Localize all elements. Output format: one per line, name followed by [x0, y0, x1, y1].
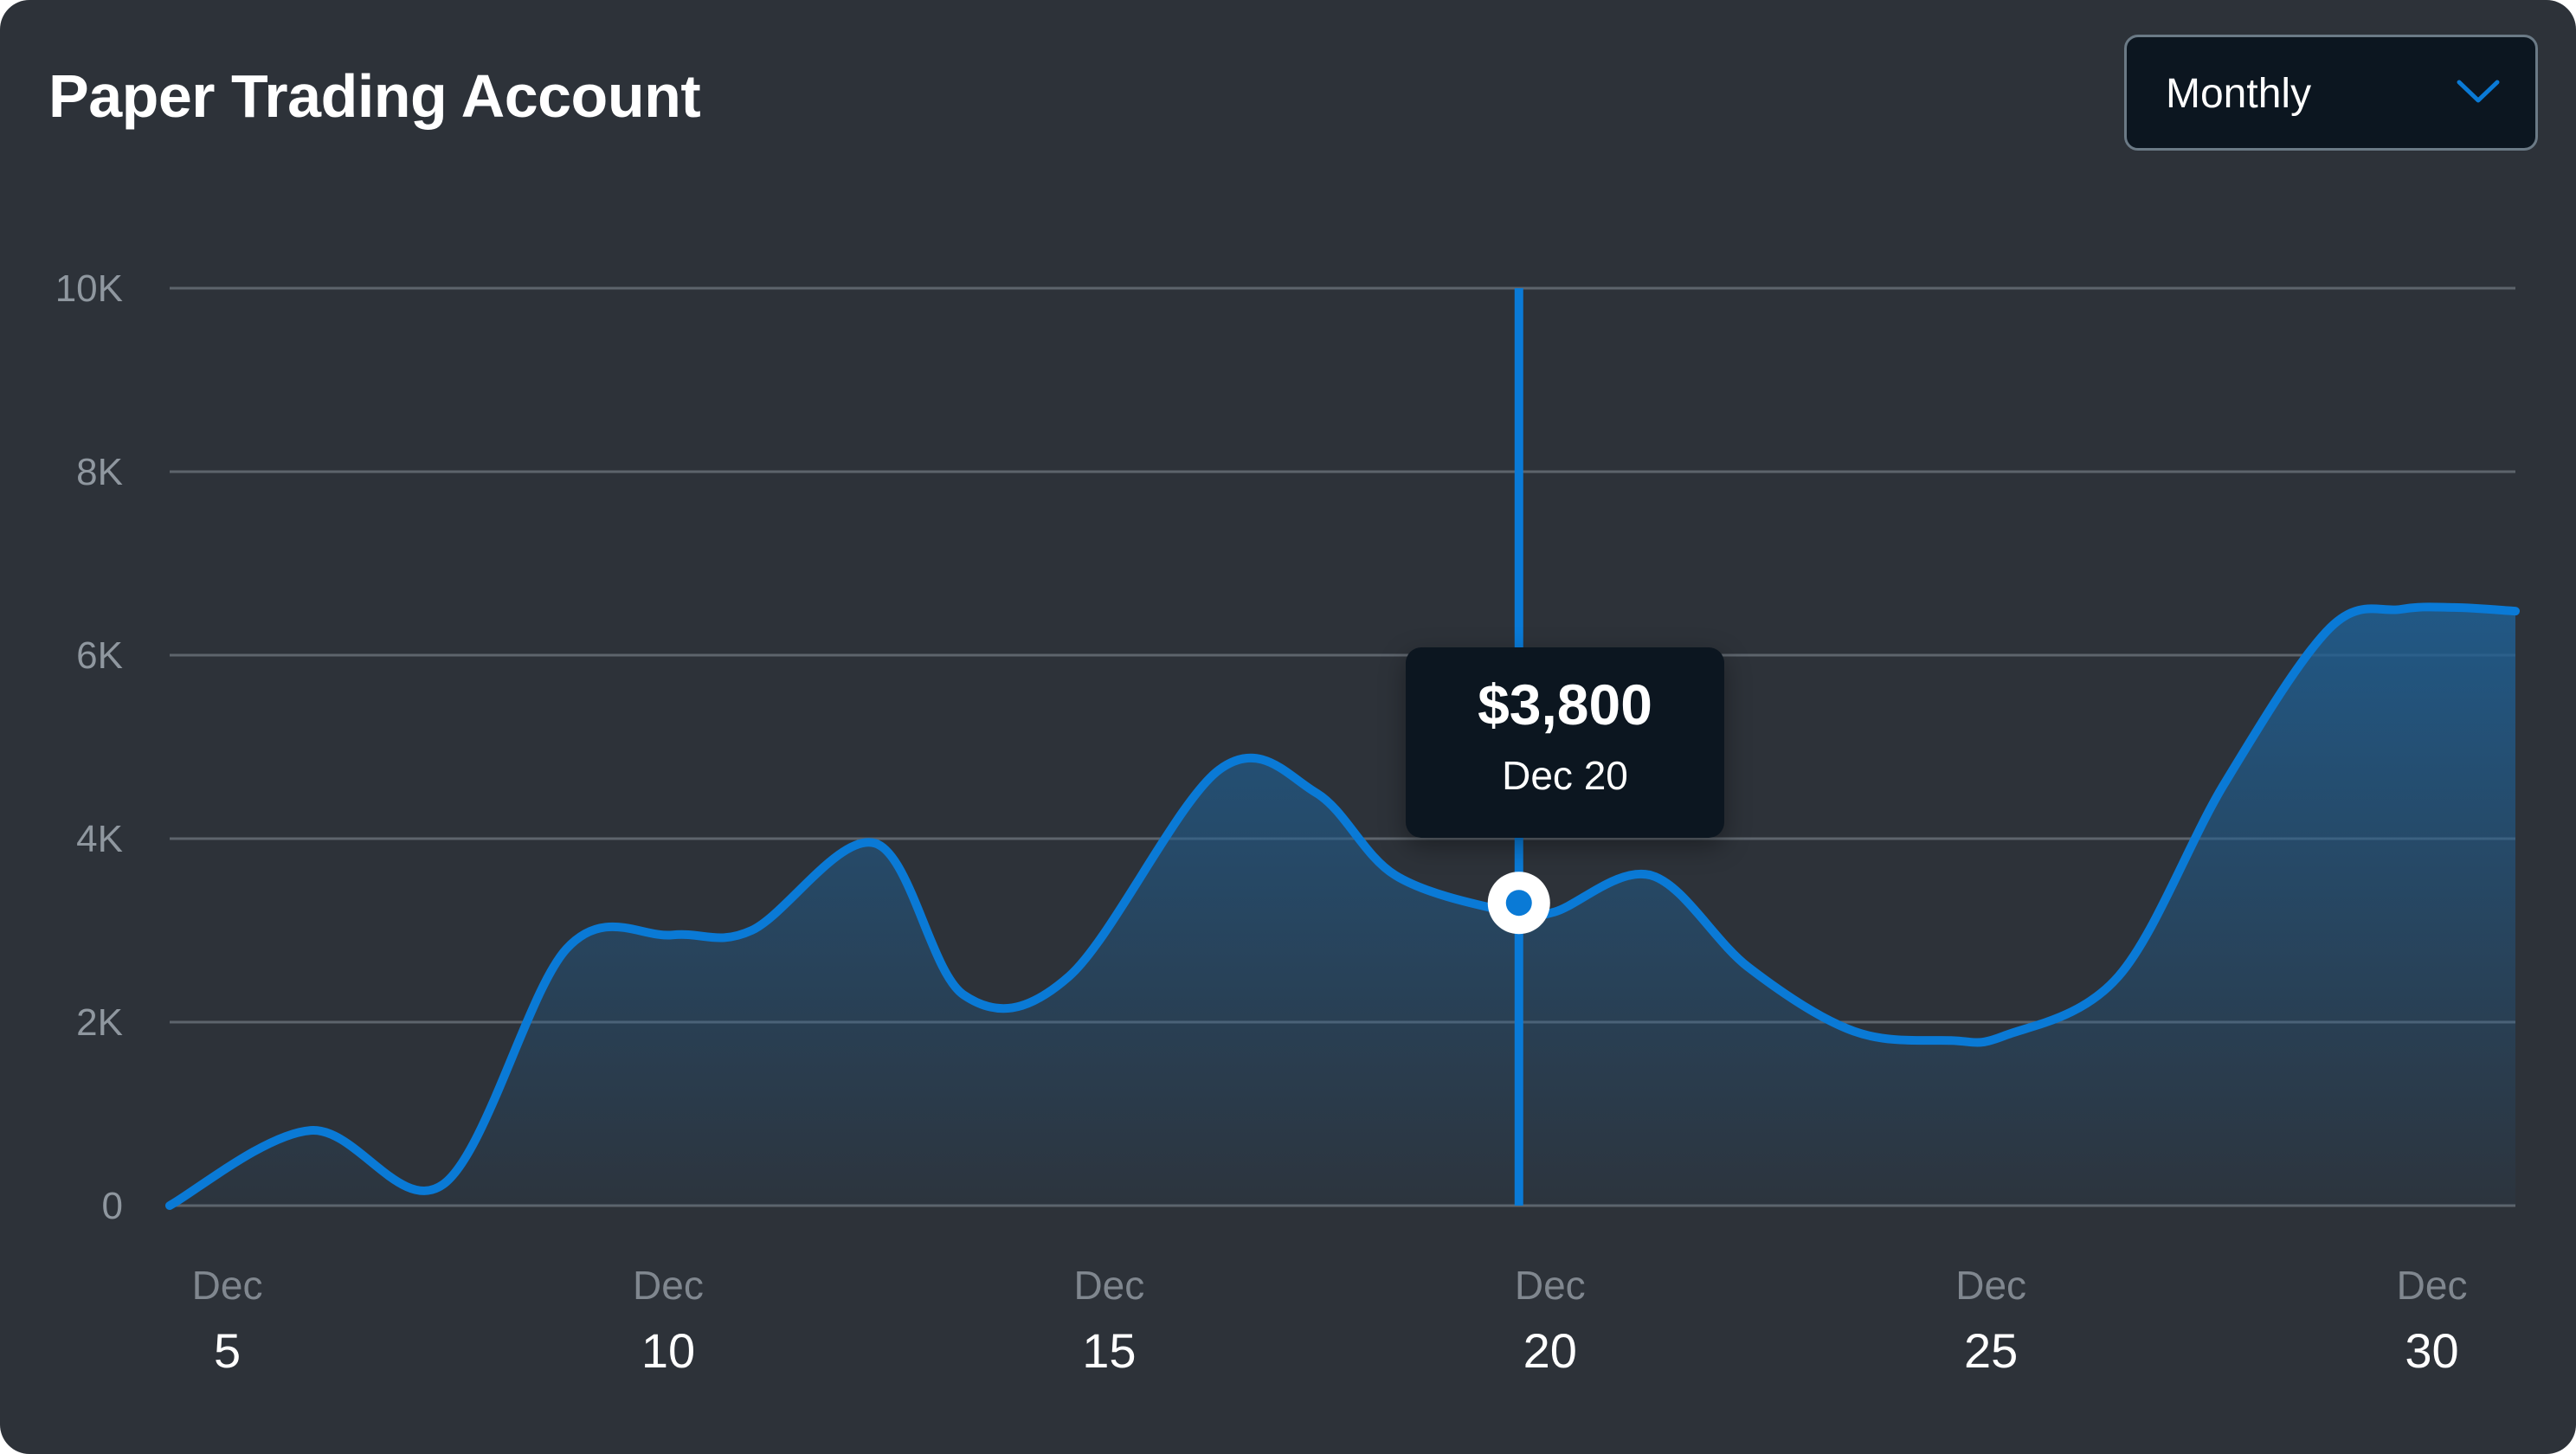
y-tick-label: 10K: [55, 267, 123, 310]
x-tick-day: 30: [2405, 1323, 2458, 1378]
y-tick-label: 0: [102, 1185, 123, 1227]
y-tick-label: 6K: [76, 634, 123, 677]
tooltip-date: Dec 20: [1502, 753, 1628, 798]
x-tick-month: Dec: [2397, 1263, 2468, 1308]
x-tick-month: Dec: [633, 1263, 704, 1308]
series-layer: [165, 602, 2520, 1210]
area-chart: 02K4K6K8K10K Dec5Dec10Dec15Dec20Dec25Dec…: [55, 267, 2520, 1378]
x-tick-month: Dec: [1955, 1263, 2026, 1308]
x-tick-day: 15: [1082, 1323, 1136, 1378]
x-axis: Dec 5 Dec 10 Dec 15 Dec 20 Dec 25 Dec 30: [192, 1263, 2468, 1378]
x-tick-month: Dec: [1073, 1263, 1144, 1308]
x-tick-month: Dec: [192, 1263, 263, 1308]
x-tick-day: 25: [1964, 1323, 2018, 1378]
tooltip-value: $3,800: [1478, 672, 1652, 737]
x-tick-day: 20: [1523, 1323, 1577, 1378]
y-tick-label: 8K: [76, 451, 123, 493]
x-tick-day: 10: [641, 1323, 695, 1378]
y-tick-label: 4K: [76, 818, 123, 860]
chart-card: Paper Trading Account Monthly 0 2K 4K 6K 8K 1…: [0, 0, 2576, 1454]
x-tick-month: Dec: [1515, 1263, 1586, 1308]
x-tick-day: 5: [214, 1323, 241, 1378]
y-axis: 0 2K 4K 6K 8K 10K: [55, 267, 123, 1227]
value-tooltip: $3,800 Dec 20: [1406, 647, 1724, 838]
hover-point: [1505, 890, 1532, 917]
y-tick-label: 2K: [76, 1001, 123, 1044]
